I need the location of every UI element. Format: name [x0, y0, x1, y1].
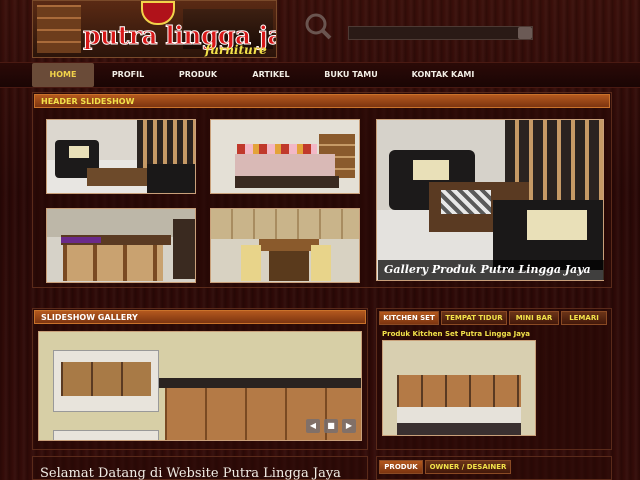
search-input[interactable] [348, 26, 533, 40]
thumb-living-room[interactable] [46, 119, 196, 194]
gallery-next-button[interactable]: ▶ [342, 419, 356, 433]
gallery-prev-button[interactable]: ◀ [306, 419, 320, 433]
main-slideshow-image[interactable] [376, 119, 604, 281]
thumb-bedroom[interactable] [210, 119, 360, 194]
nav-artikel[interactable]: ARTIKEL [240, 63, 302, 87]
logo-shelf-image [37, 5, 81, 53]
nav-produk[interactable]: PRODUK [168, 63, 228, 87]
tab-produk[interactable]: PRODUK [379, 460, 423, 474]
header-slideshow-title: HEADER SLIDESHOW [34, 94, 610, 108]
slideshow-caption: Gallery Produk Putra Lingga Jaya [378, 260, 604, 280]
tab-mini-bar[interactable]: MINI BAR [509, 311, 559, 325]
nav-buku-tamu[interactable]: BUKU TAMU [314, 63, 388, 87]
thumb-dining[interactable] [210, 208, 360, 283]
site-logo[interactable]: putra lingga jaya furniture [32, 0, 277, 58]
main-nav: HOME PROFIL PRODUK ARTIKEL BUKU TAMU KON… [0, 62, 640, 88]
tab-tempat-tidur[interactable]: TEMPAT TIDUR [441, 311, 507, 325]
search-icon [305, 13, 332, 40]
tab-owner-desainer[interactable]: OWNER / DESAINER [425, 460, 511, 474]
brand-subtitle: furniture [205, 43, 267, 57]
kitchen-set-image[interactable] [382, 340, 536, 436]
thumb-office[interactable] [46, 208, 196, 283]
slideshow-gallery-title: SLIDESHOW GALLERY [34, 310, 366, 324]
nav-profil[interactable]: PROFIL [100, 63, 156, 87]
nav-kontak-kami[interactable]: KONTAK KAMI [400, 63, 486, 87]
kitchen-set-caption: Produk Kitchen Set Putra Lingga Jaya [382, 330, 531, 338]
tab-kitchen-set[interactable]: KITCHEN SET [379, 311, 439, 325]
tab-lemari[interactable]: LEMARI [561, 311, 607, 325]
gallery-stop-button[interactable]: ■ [324, 419, 338, 433]
welcome-heading: Selamat Datang di Website Putra Lingga J… [40, 466, 341, 480]
search-submit-button[interactable] [518, 27, 532, 39]
site-header: putra lingga jaya furniture [0, 0, 640, 62]
nav-home[interactable]: HOME [32, 63, 94, 87]
